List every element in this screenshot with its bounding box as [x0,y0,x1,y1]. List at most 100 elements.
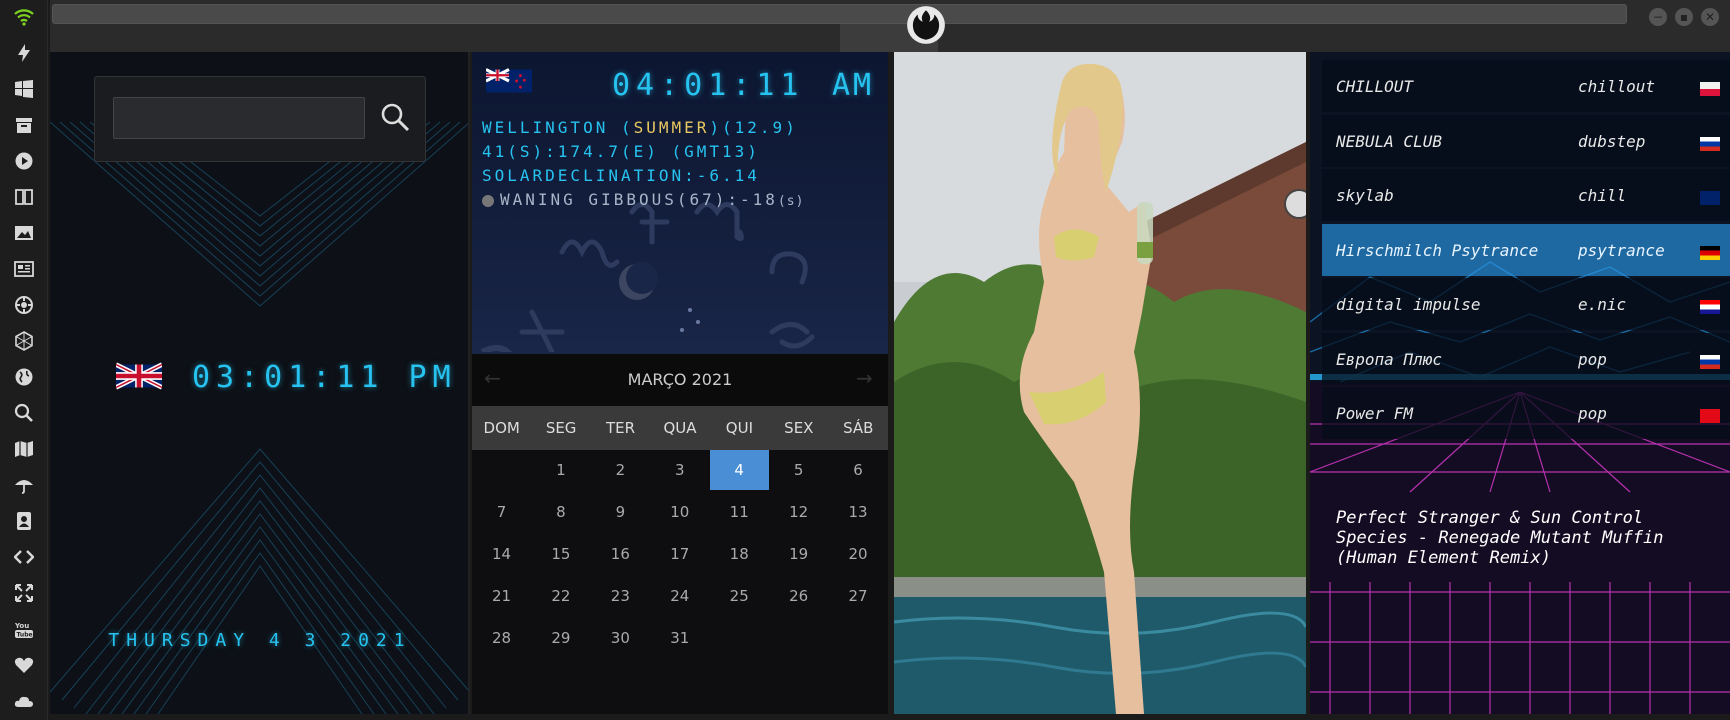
station-row[interactable]: skylab chill [1322,169,1730,221]
calendar-day[interactable]: 13 [829,492,888,532]
weekday-label: SÁB [843,419,874,437]
calendar-day[interactable]: 21 [472,576,531,616]
archive-icon[interactable] [11,112,37,138]
calendar-day[interactable]: 29 [531,618,590,658]
calendar-day[interactable]: 8 [531,492,590,532]
station-row[interactable]: Hirschmilch Psytrance psytrance [1322,223,1730,276]
month-label: MARÇO 2021 [627,370,733,389]
calendar-day[interactable]: 16 [591,534,650,574]
hexagon-icon[interactable] [11,328,37,354]
weekday-label: TER [606,419,636,437]
calendar-day-today[interactable]: 4 [709,450,769,490]
calendar-day[interactable]: 15 [531,534,590,574]
calendar-day[interactable]: 10 [650,492,709,532]
calendar-day[interactable]: 23 [591,576,650,616]
settings-icon[interactable] [11,292,37,318]
windows-icon[interactable] [11,76,37,102]
sidebar: You Tube [0,0,48,720]
radio-panel: CHILLOUT chillout NEBULA CLUB dubstep skylab… [1310,52,1730,714]
poland-flag-icon [1700,82,1720,96]
uk-flag-icon [1700,191,1720,205]
maximize-button[interactable]: ▪ [1675,8,1693,26]
calendar-day[interactable]: 11 [710,492,769,532]
magnifier-icon [381,103,410,132]
news-icon[interactable] [11,256,37,282]
calendar-day[interactable]: 19 [769,534,828,574]
heart-icon[interactable] [11,652,37,678]
close-button[interactable]: ✕ [1701,8,1719,26]
nz-ampm: AM [832,68,875,103]
russia-flag-icon [1700,136,1720,151]
nz-time: 04:01:11 [612,68,805,103]
fullscreen-icon[interactable] [11,580,37,606]
now-playing: Perfect Stranger & Sun Control Species -… [1336,508,1716,568]
next-month-icon[interactable]: → [856,366,873,390]
station-name: CHILLOUT [1336,77,1414,96]
wifi-icon[interactable] [11,4,37,30]
map-icon[interactable] [11,436,37,462]
calendar-day[interactable]: 18 [710,534,769,574]
search-input[interactable] [113,97,365,139]
calendar-day[interactable]: 2 [591,450,650,490]
station-row[interactable]: digital impulse e.nic [1322,278,1730,330]
station-genre: chill [1578,186,1627,205]
search-icon[interactable] [11,400,37,426]
contact-icon[interactable] [11,508,37,534]
station-row[interactable]: NEBULA CLUB dubstep [1322,114,1730,167]
globe-icon[interactable] [11,364,37,390]
calendar-day[interactable]: 20 [829,534,888,574]
calendar-day[interactable]: 1 [531,450,590,490]
station-genre: dubstep [1578,131,1646,151]
station-name: Hirschmilch Psytrance [1336,240,1539,260]
station-name: digital impulse [1336,295,1481,314]
calendar-day[interactable]: 27 [829,576,888,616]
nz-flag-icon [486,68,532,93]
code-icon[interactable] [11,544,37,570]
weekday-header: DOM SEG TER QUA QUI SEX SÁB [472,406,888,450]
calendar-day[interactable]: 12 [769,492,828,532]
image-icon[interactable] [11,220,37,246]
uk-date: THURSDAY 4 3 2021 [108,630,412,651]
book-icon[interactable] [11,184,37,210]
weekday-label: SEG [545,419,577,437]
clock-panel: 03:01:11 PM THURSDAY 4 3 2021 [50,52,470,714]
calendar-day[interactable]: 31 [650,618,709,658]
uk-time: 03:01:11 PM [192,360,457,395]
weekday-label: DOM [483,419,520,437]
calendar-day[interactable]: 3 [650,450,709,490]
photo-image [894,52,1306,714]
cloud-icon[interactable] [11,688,37,714]
svg-text:Tube: Tube [17,632,33,639]
title-bar: − ▪ ✕ [50,0,1730,52]
station-row[interactable]: Европа Плюс pop [1322,332,1730,385]
calendar-day[interactable]: 25 [710,576,769,616]
moon-phase-line: WANING GIBBOUS(67):-18(s) [482,190,804,209]
search-box [94,76,426,162]
umbrella-icon[interactable] [11,472,37,498]
calendar-day[interactable]: 22 [531,576,590,616]
calendar-day[interactable]: 24 [650,576,709,616]
station-name: Power FM [1336,404,1414,423]
calendar-day[interactable]: 7 [472,492,531,532]
calendar-day[interactable]: 17 [650,534,709,574]
svg-text:You: You [14,622,29,630]
station-genre: pop [1578,349,1607,369]
photo-panel [894,52,1306,714]
weekday-label: QUI [725,419,753,437]
calendar-day[interactable]: 14 [472,534,531,574]
croatia-flag-icon [1700,300,1720,314]
lightning-icon[interactable] [11,40,37,66]
search-button[interactable] [377,99,413,137]
calendar-day[interactable]: 26 [769,576,828,616]
youtube-icon[interactable]: You Tube [11,616,37,642]
calendar-day[interactable]: 6 [829,450,888,490]
calendar-grid: 1 2 3 4 5 6 7 8 9 10 11 12 13 14 15 16 17 18 19 20 21 22 23 24 2… [472,450,888,702]
minimize-button[interactable]: − [1649,8,1667,26]
calendar-day[interactable]: 30 [591,618,650,658]
station-row[interactable]: Power FM pop [1322,387,1730,439]
station-row[interactable]: CHILLOUT chillout [1322,60,1730,112]
play-icon[interactable] [11,148,37,174]
calendar-day[interactable]: 5 [769,450,828,490]
calendar-day[interactable]: 9 [591,492,650,532]
calendar-day[interactable]: 28 [472,618,531,658]
